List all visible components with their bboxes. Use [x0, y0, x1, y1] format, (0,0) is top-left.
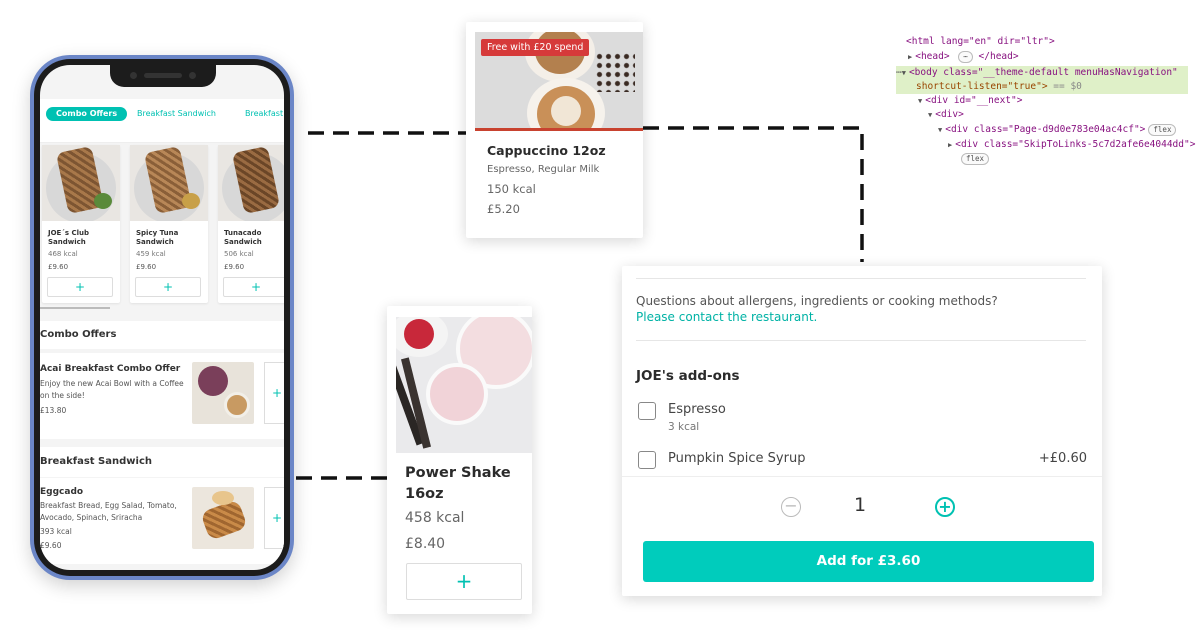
- add-button[interactable]: +: [223, 277, 284, 297]
- more-dots-icon[interactable]: ⋯: [896, 67, 902, 78]
- tab-breakfast-sandwich[interactable]: Breakfast Sandwich: [137, 107, 216, 121]
- add-button[interactable]: +: [135, 277, 201, 297]
- promo-badge: Free with £20 spend: [481, 39, 590, 56]
- product-kcal: 506 kcal: [224, 250, 254, 258]
- dom-line[interactable]: ▼ <div>: [928, 108, 964, 122]
- expand-triangle-icon[interactable]: ▶: [908, 53, 912, 61]
- add-button[interactable]: +: [264, 362, 284, 424]
- item-image: [192, 362, 254, 424]
- add-button[interactable]: +: [406, 563, 522, 600]
- product-image: [218, 145, 284, 221]
- dom-line-selected[interactable]: ⋯▼ <body class="__theme-default menuHasNa…: [896, 66, 1178, 80]
- collapse-triangle-icon[interactable]: ▼: [918, 97, 922, 105]
- product-price: £9.60: [224, 263, 245, 271]
- dom-line[interactable]: ▼ <div id="__next">: [918, 94, 1022, 108]
- camera-icon: [130, 72, 137, 79]
- category-tabs: Combo Offers Breakfast Sandwich Breakfas…: [40, 99, 284, 143]
- product-title: Power Shake 16oz: [405, 465, 511, 502]
- carousel-scrollbar[interactable]: [40, 307, 110, 309]
- divider: [475, 128, 643, 131]
- product-kcal: 150 kcal: [487, 182, 536, 196]
- item-description: Enjoy the new Acai Bowl with a Coffee on…: [40, 379, 184, 400]
- espresso-checkbox[interactable]: [638, 402, 656, 420]
- product-price: £9.60: [48, 263, 69, 271]
- product-description: Espresso, Regular Milk: [487, 164, 600, 175]
- tab-breakfast-b[interactable]: Breakfast B: [245, 107, 284, 121]
- section-title-combo-offers: Combo Offers: [40, 321, 284, 349]
- section-title-breakfast-sandwich: Breakfast Sandwich: [40, 447, 284, 477]
- contact-restaurant-link[interactable]: Please contact the restaurant.: [636, 310, 817, 324]
- pumpkin-spice-checkbox[interactable]: [638, 451, 656, 469]
- allergen-question: Questions about allergens, ingredients o…: [636, 294, 998, 308]
- expand-triangle-icon[interactable]: ▶: [948, 141, 952, 149]
- addons-modal: Questions about allergens, ingredients o…: [622, 266, 1102, 596]
- collapsed-ellipsis[interactable]: ⋯: [958, 51, 973, 63]
- phone-screen: Combo Offers Breakfast Sandwich Breakfas…: [40, 65, 284, 570]
- increase-quantity-button[interactable]: +: [935, 497, 955, 517]
- dom-line[interactable]: ▶ <head> ⋯ </head>: [908, 50, 1019, 64]
- collapse-triangle-icon[interactable]: ▼: [902, 69, 906, 77]
- list-item[interactable]: Eggcado Breakfast Bread, Egg Salad, Toma…: [40, 478, 284, 564]
- speaker-icon: [144, 73, 182, 78]
- product-price: £5.20: [487, 202, 520, 216]
- modal-footer: − 1 + Add for £3.60: [622, 476, 1102, 596]
- product-image: [42, 145, 120, 221]
- phone-bezel: Combo Offers Breakfast Sandwich Breakfas…: [34, 59, 290, 576]
- dom-line: flex: [958, 152, 990, 166]
- add-to-order-button[interactable]: Add for £3.60: [643, 541, 1094, 582]
- product-name: Tunacado Sandwich: [224, 229, 262, 246]
- addon-price: +£0.60: [1038, 451, 1087, 466]
- product-title: Cappuccino 12oz: [487, 143, 606, 158]
- devtools-panel: <html lang="en" dir="ltr"> ▶ <head> ⋯ </h…: [896, 32, 1195, 168]
- dom-line: shortcut-listen="true"> == $0: [916, 81, 1082, 92]
- addons-title: JOE's add-ons: [636, 368, 740, 384]
- product-card[interactable]: Tunacado Sandwich 506 kcal £9.60 +: [218, 145, 284, 303]
- product-kcal: 459 kcal: [136, 250, 166, 258]
- addon-name: Pumpkin Spice Syrup: [668, 451, 806, 466]
- cappuccino-card[interactable]: Free with £20 spend Cappuccino 12oz Espr…: [466, 22, 643, 238]
- item-name: Acai Breakfast Combo Offer: [40, 364, 181, 374]
- item-description: Breakfast Bread, Egg Salad, Tomato, Avoc…: [40, 501, 177, 522]
- item-price: £13.80: [40, 406, 67, 415]
- product-card[interactable]: Spicy Tuna Sandwich 459 kcal £9.60 +: [130, 145, 208, 303]
- item-price: £9.60: [40, 541, 62, 550]
- product-name: Spicy Tuna Sandwich: [136, 229, 179, 246]
- addon-name: Espresso: [668, 402, 726, 417]
- add-button[interactable]: +: [47, 277, 113, 297]
- product-card[interactable]: JOE´s Club Sandwich 468 kcal £9.60 +: [42, 145, 120, 303]
- add-button[interactable]: +: [264, 487, 284, 549]
- item-image: [192, 487, 254, 549]
- dom-line[interactable]: ▶ <div class="SkipToLinks-5c7d2afe6e4044d…: [948, 138, 1195, 152]
- addon-kcal: 3 kcal: [668, 421, 700, 433]
- product-kcal: 468 kcal: [48, 250, 78, 258]
- decrease-quantity-button[interactable]: −: [781, 497, 801, 517]
- tab-combo-offers[interactable]: Combo Offers: [46, 107, 128, 121]
- section-title-text: Combo Offers: [40, 329, 117, 340]
- collapse-triangle-icon[interactable]: ▼: [938, 126, 942, 134]
- divider: [636, 340, 1086, 341]
- list-item[interactable]: Acai Breakfast Combo Offer Enjoy the new…: [40, 353, 284, 439]
- flex-badge[interactable]: flex: [1148, 124, 1177, 136]
- sensor-icon: [189, 72, 196, 79]
- flex-badge[interactable]: flex: [961, 153, 990, 165]
- item-kcal: 393 kcal: [40, 527, 72, 536]
- dom-line[interactable]: ▼ <div class="Page-d9d0e783e04ac4cf"> flex: [938, 123, 1177, 137]
- product-carousel: JOE´s Club Sandwich 468 kcal £9.60 + Spi…: [40, 143, 284, 307]
- quantity-value: 1: [854, 494, 867, 516]
- product-price: £9.60: [136, 263, 157, 271]
- phone-notch: [110, 65, 216, 87]
- phone-mockup: Combo Offers Breakfast Sandwich Breakfas…: [30, 55, 294, 580]
- item-name: Eggcado: [40, 487, 84, 497]
- product-price: £8.40: [405, 536, 446, 552]
- dom-line[interactable]: <html lang="en" dir="ltr">: [906, 35, 1055, 49]
- product-image: [130, 145, 208, 221]
- collapse-triangle-icon[interactable]: ▼: [928, 111, 932, 119]
- power-shake-image: [396, 317, 532, 453]
- power-shake-card[interactable]: Power Shake 16oz 458 kcal £8.40 +: [387, 306, 532, 614]
- section-title-text: Breakfast Sandwich: [40, 456, 152, 467]
- product-name: JOE´s Club Sandwich: [48, 229, 89, 246]
- divider: [636, 278, 1086, 279]
- product-kcal: 458 kcal: [405, 510, 465, 526]
